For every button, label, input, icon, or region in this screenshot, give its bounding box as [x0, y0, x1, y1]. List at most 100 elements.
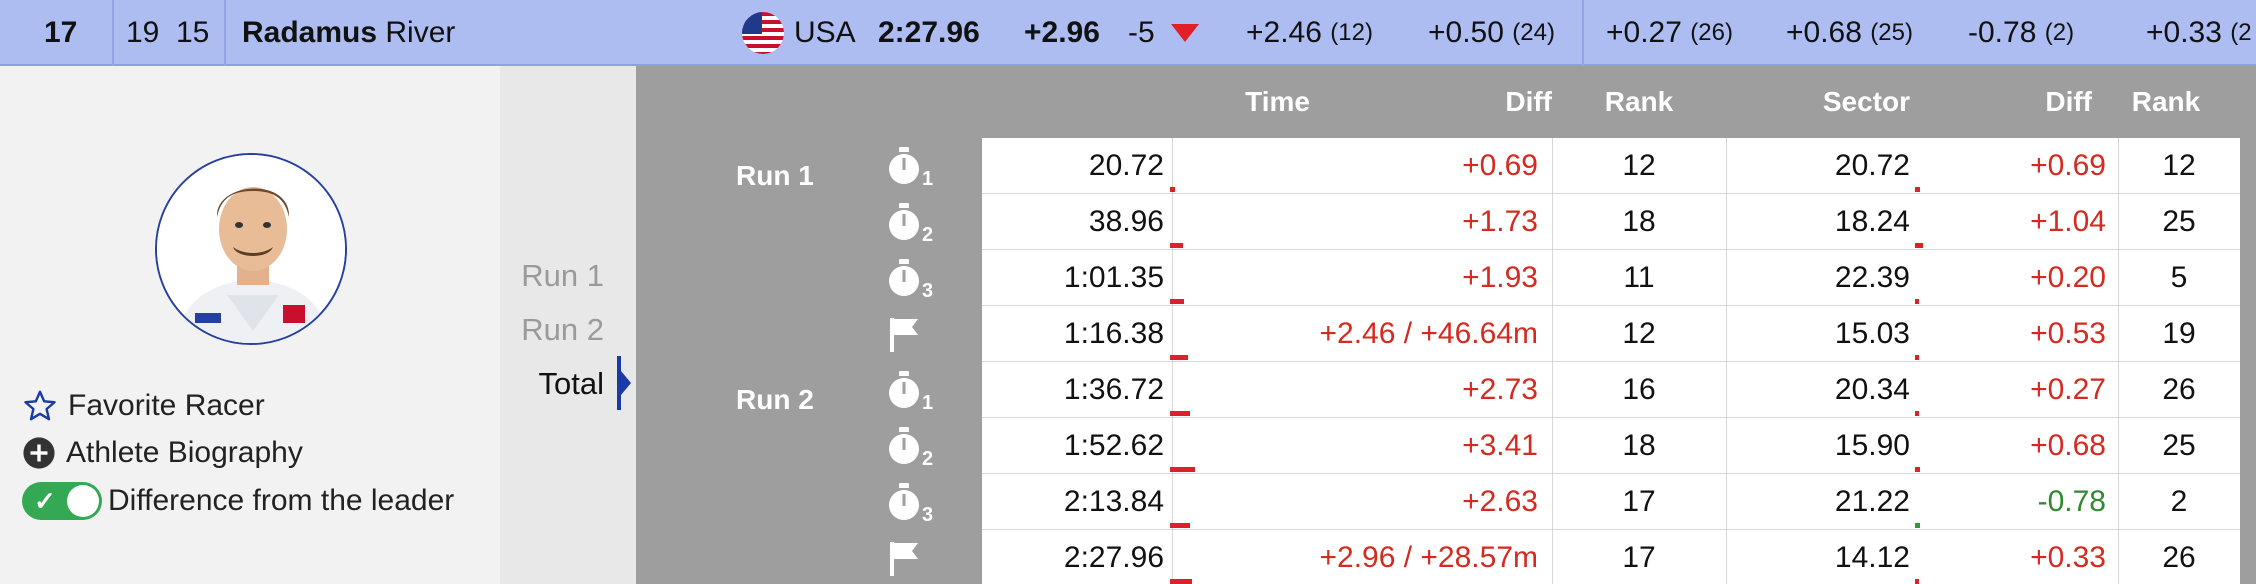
time-gap-bar	[1170, 411, 1190, 416]
split-index: 1	[922, 392, 934, 414]
table-row: 1:36.72 +2.73 16 20.34 +0.27 26	[982, 362, 2240, 418]
difference-from-leader-toggle[interactable]: ✓ Difference from the leader	[22, 482, 454, 520]
time-gap-bar	[1170, 467, 1195, 472]
sector-diff: +0.53	[2030, 317, 2106, 350]
split-diff: +3.41	[1462, 429, 1538, 462]
favorite-racer-button[interactable]: Favorite Racer	[22, 388, 265, 424]
sector-rank: 2	[2170, 485, 2188, 518]
split-index: 2	[922, 224, 934, 246]
time-gap-bar	[1170, 243, 1183, 248]
run-2-label: Run 2	[736, 384, 814, 415]
split-rank: 12	[1622, 317, 1656, 350]
split-diff: +0.69	[1462, 149, 1538, 182]
position-change-value: -5	[1128, 16, 1155, 49]
split-6: +0.33 (2	[2146, 16, 2252, 49]
sector-diff: -0.78	[2037, 485, 2106, 518]
sector-gap-bar	[1915, 299, 1919, 304]
difference-from-leader-label: Difference from the leader	[108, 484, 455, 517]
split-detail-panel: Time Diff Rank Sector Diff Rank Run 1 Ru…	[636, 66, 2256, 584]
toggle-knob	[67, 485, 99, 517]
run-1-label: Run 1	[736, 160, 814, 191]
sector-gap-bar	[1915, 467, 1920, 472]
sector-rank: 19	[2162, 317, 2196, 350]
table-row: 1:01.35 +1.93 11 22.39 +0.20 5	[982, 250, 2240, 306]
time-gap-bar	[1170, 523, 1190, 528]
split-1: +2.46 (12)	[1246, 16, 1373, 49]
country-code: USA	[794, 16, 856, 49]
splits-table: 20.72 +0.69 12 20.72 +0.69 12 38.96 +1.73 18 18.2…	[982, 138, 2240, 584]
split-diff: +2.63	[1462, 485, 1538, 518]
toggle-switch[interactable]: ✓	[22, 482, 102, 520]
sector-gap-bar	[1915, 579, 1919, 584]
split-4: +0.68 (25)	[1786, 16, 1913, 49]
star-outline-icon	[24, 390, 56, 421]
sector-diff: +0.20	[2030, 261, 2106, 294]
athlete-panel: Favorite Racer Athlete Biography ✓ Diffe…	[0, 66, 500, 584]
sector-diff: +0.68	[2030, 429, 2106, 462]
split-index: 2	[922, 448, 934, 470]
time-gap-bar	[1170, 355, 1188, 360]
table-row: 38.96 +1.73 18 18.24 +1.04 25	[982, 194, 2240, 250]
sector-diff: +0.69	[2030, 149, 2106, 182]
sector-rank: 5	[2170, 261, 2188, 294]
split-index: 1	[922, 168, 934, 190]
table-row: 2:13.84 +2.63 17 21.22 -0.78 2	[982, 474, 2240, 530]
finish-flag-icon	[886, 538, 946, 584]
athlete-country: USA	[742, 0, 856, 66]
split-2: +0.50 (24)	[1428, 16, 1555, 49]
split-rank: 17	[1622, 541, 1656, 574]
favorite-racer-label: Favorite Racer	[68, 389, 265, 422]
header-rank: Rank	[1604, 86, 1674, 117]
split-time: 38.96	[1088, 205, 1164, 238]
sector-time: 20.34	[1834, 373, 1910, 406]
sector-time: 22.39	[1834, 261, 1910, 294]
split-time: 2:27.96	[1063, 541, 1164, 574]
header-diff: Diff	[1505, 86, 1552, 117]
split-index: 3	[922, 280, 934, 302]
split-time: 2:13.84	[1063, 485, 1164, 518]
rank: 17	[44, 16, 78, 49]
sector-diff: +1.04	[2030, 205, 2106, 238]
run-selector-run-1[interactable]: Run 1	[521, 258, 604, 294]
split-diff: +2.46 / +46.64m	[1319, 317, 1539, 350]
run-selector-total[interactable]: Total	[539, 366, 604, 402]
total-diff: +2.96	[1024, 16, 1100, 49]
sector-time: 15.03	[1834, 317, 1910, 350]
finish-flag-icon	[886, 314, 946, 370]
run-selector: Run 1 Run 2 Total	[500, 66, 636, 584]
sector-rank: 26	[2162, 541, 2196, 574]
stopwatch-icon: 2	[886, 426, 946, 482]
sector-gap-bar	[1915, 411, 1919, 416]
split-time: 1:52.62	[1063, 429, 1164, 462]
total-time: 2:27.96	[878, 16, 980, 49]
usa-flag-icon	[742, 12, 784, 54]
sector-time: 18.24	[1834, 205, 1910, 238]
athlete-first-name: River	[385, 16, 456, 49]
split-diff: +2.96 / +28.57m	[1319, 541, 1539, 574]
athlete-biography-label: Athlete Biography	[66, 436, 303, 469]
time-gap-bar	[1170, 187, 1175, 192]
split-time: 1:36.72	[1063, 373, 1164, 406]
athlete-name[interactable]: Radamus River	[242, 0, 455, 66]
split-time: 20.72	[1088, 149, 1164, 182]
split-diff: +1.93	[1462, 261, 1538, 294]
table-row: 2:27.96 +2.96 / +28.57m 17 14.12 +0.33 26	[982, 530, 2240, 584]
header-sector-rank: Rank	[2131, 86, 2201, 117]
split-time: 1:16.38	[1063, 317, 1164, 350]
sector-rank: 25	[2162, 429, 2196, 462]
result-row[interactable]: 17 19 15 Radamus River USA 2:27.96 +2.96…	[0, 0, 2256, 66]
run-selector-run-2[interactable]: Run 2	[521, 312, 604, 348]
stopwatch-icon: 1	[886, 146, 946, 202]
split-diff: +2.73	[1462, 373, 1538, 406]
header-sector-diff: Diff	[2045, 86, 2092, 117]
sector-time: 15.90	[1834, 429, 1910, 462]
athlete-last-name: Radamus	[242, 16, 378, 49]
split-rank: 12	[1622, 149, 1656, 182]
split-3: +0.27 (26)	[1606, 16, 1733, 49]
down-arrow-icon	[1170, 24, 1199, 42]
athlete-biography-button[interactable]: Athlete Biography	[22, 436, 303, 470]
header-sector: Sector	[1822, 86, 1910, 117]
split-rank: 18	[1622, 429, 1656, 462]
sector-gap-bar	[1915, 243, 1923, 248]
sector-gap-bar	[1915, 355, 1919, 360]
